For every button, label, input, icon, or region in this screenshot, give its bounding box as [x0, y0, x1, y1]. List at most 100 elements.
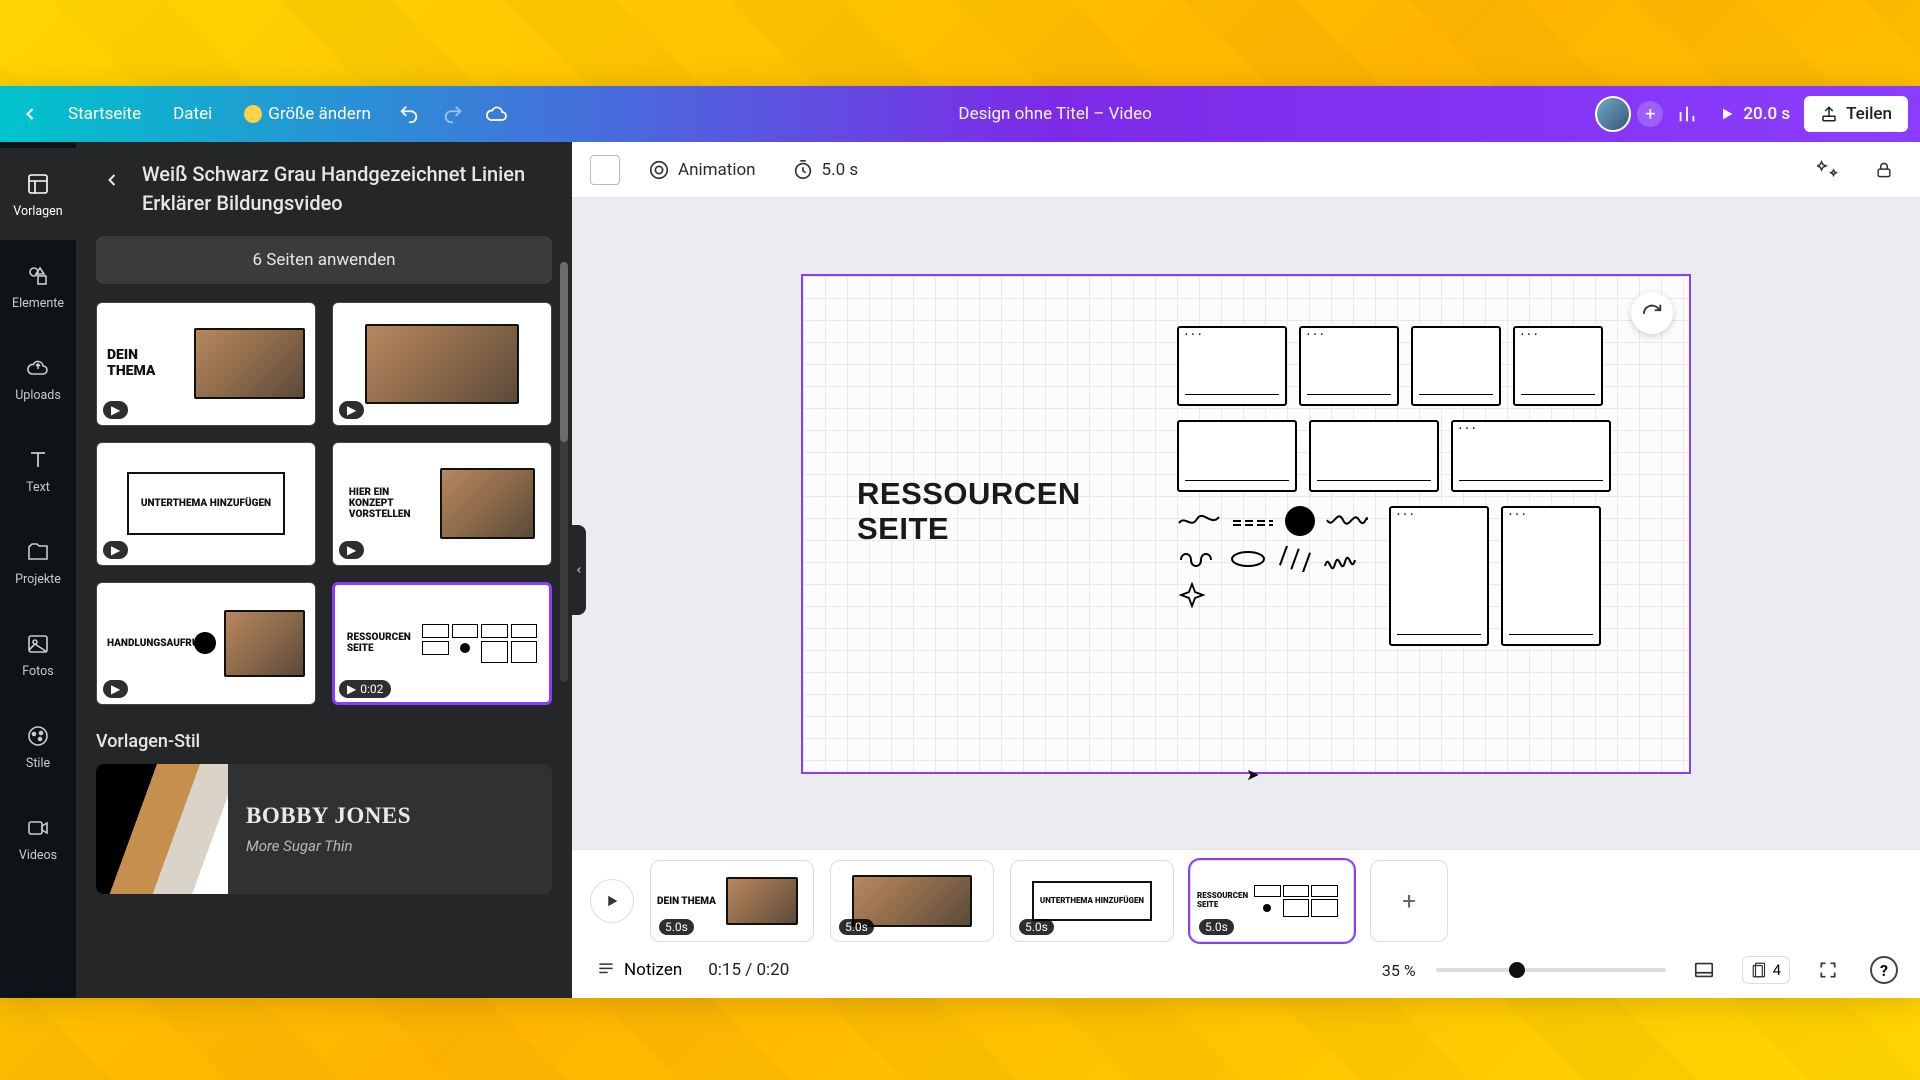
- panel-title: Weiß Schwarz Grau Handgezeichnet Linien …: [142, 160, 552, 218]
- add-member-button[interactable]: +: [1637, 101, 1663, 127]
- template-thumb-3[interactable]: UNTERTHEMA HINZUFÜGEN ▶: [96, 442, 316, 566]
- thumb-3-title: UNTERTHEMA HINZUFÜGEN: [141, 498, 271, 509]
- animation-button[interactable]: Animation: [640, 153, 764, 187]
- videos-icon: [24, 814, 52, 842]
- rail-videos[interactable]: Videos: [0, 792, 76, 884]
- rail-uploads[interactable]: Uploads: [0, 332, 76, 424]
- resize-button[interactable]: Größe ändern: [232, 96, 383, 132]
- rail-elements-label: Elemente: [12, 296, 64, 311]
- clip-1-label: DEIN THEMA: [657, 896, 720, 907]
- clip-4-label: RESSOURCEN SEITE: [1197, 892, 1248, 910]
- lock-icon[interactable]: [1866, 152, 1902, 188]
- grid-view-icon[interactable]: [1686, 952, 1722, 988]
- projects-icon: [24, 538, 52, 566]
- page-duration-button[interactable]: 5.0 s: [784, 153, 867, 187]
- cloud-sync-icon[interactable]: [479, 96, 515, 132]
- top-toolbar: Startseite Datei Größe ändern Design ohn…: [0, 86, 1920, 142]
- help-icon[interactable]: ?: [1866, 952, 1902, 988]
- play-badge-icon: ▶: [103, 401, 128, 419]
- rail-photos[interactable]: Fotos: [0, 608, 76, 700]
- resize-label: Größe ändern: [268, 104, 371, 124]
- rail-templates[interactable]: Vorlagen: [0, 148, 76, 240]
- document-title[interactable]: Design ohne Titel – Video: [523, 104, 1588, 124]
- page-frame[interactable]: RESSOURCEN SEITE: [801, 274, 1691, 774]
- uploads-icon: [24, 354, 52, 382]
- thumb-4-title: HIER EIN KONZEPT VORSTELLEN: [349, 487, 432, 520]
- add-page-button[interactable]: +: [1370, 860, 1448, 942]
- share-button[interactable]: Teilen: [1804, 96, 1908, 132]
- style-subtitle: More Sugar Thin: [246, 837, 411, 855]
- thumb-6-title: RESSOURCEN SEITE: [347, 632, 414, 654]
- file-label: Datei: [173, 104, 212, 124]
- templates-panel: Weiß Schwarz Grau Handgezeichnet Linien …: [76, 142, 572, 998]
- page-count-button[interactable]: 4: [1742, 956, 1790, 984]
- template-thumb-4[interactable]: HIER EIN KONZEPT VORSTELLEN ▶: [332, 442, 552, 566]
- tool-rail: Vorlagen Elemente Uploads Text Projekte …: [0, 142, 76, 998]
- timeline: DEIN THEMA 5.0s 5.0s UNTERTHEMA HINZUFÜG…: [572, 849, 1920, 998]
- apply-all-pages-button[interactable]: 6 Seiten anwenden: [96, 236, 552, 284]
- zoom-slider[interactable]: [1436, 968, 1666, 972]
- avatar[interactable]: [1595, 96, 1631, 132]
- template-thumb-2[interactable]: ▶: [332, 302, 552, 426]
- timeline-clip-4[interactable]: RESSOURCEN SEITE 5.0s: [1190, 860, 1354, 942]
- rail-projects-label: Projekte: [15, 572, 61, 587]
- style-swatch: [96, 764, 228, 894]
- redo-button[interactable]: [435, 96, 471, 132]
- rail-uploads-label: Uploads: [15, 388, 61, 403]
- regenerate-icon[interactable]: [1631, 292, 1673, 334]
- clip-2-duration: 5.0s: [839, 919, 874, 935]
- play-badge-icon: ▶: [339, 401, 364, 419]
- notes-button[interactable]: Notizen: [590, 956, 688, 984]
- panel-back-button[interactable]: [96, 164, 128, 196]
- panel-section-style-title: Vorlagen-Stil: [76, 705, 572, 764]
- rail-styles[interactable]: Stile: [0, 700, 76, 792]
- page-count-number: 4: [1773, 961, 1781, 979]
- undo-button[interactable]: [391, 96, 427, 132]
- rail-photos-label: Fotos: [22, 664, 53, 679]
- play-badge-icon: ▶: [339, 541, 364, 559]
- timeline-play-button[interactable]: [590, 879, 634, 923]
- back-icon[interactable]: [12, 96, 48, 132]
- preview-button[interactable]: 20.0 s: [1711, 104, 1798, 124]
- wireframe-elements-group[interactable]: [1177, 326, 1637, 660]
- template-thumb-1[interactable]: DEIN THEMA ▶: [96, 302, 316, 426]
- crown-icon: [244, 105, 262, 123]
- timeline-clip-2[interactable]: 5.0s: [830, 860, 994, 942]
- home-label: Startseite: [68, 104, 141, 124]
- timeline-clip-1[interactable]: DEIN THEMA 5.0s: [650, 860, 814, 942]
- rail-text[interactable]: Text: [0, 424, 76, 516]
- magic-icon[interactable]: [1810, 152, 1846, 188]
- styles-icon: [24, 722, 52, 750]
- rail-elements[interactable]: Elemente: [0, 240, 76, 332]
- templates-icon: [24, 170, 52, 198]
- insights-icon[interactable]: [1669, 96, 1705, 132]
- canvas-stage[interactable]: RESSOURCEN SEITE: [572, 198, 1920, 849]
- animation-label: Animation: [678, 160, 756, 180]
- thumb-6-duration: 0:02: [360, 682, 383, 696]
- template-style-card[interactable]: BOBBY JONES More Sugar Thin: [96, 764, 552, 894]
- thumb-1-title: DEIN THEMA: [107, 348, 186, 379]
- playhead-time: 0:15 / 0:20: [708, 960, 789, 980]
- play-badge-icon: ▶: [103, 680, 128, 698]
- file-menu[interactable]: Datei: [161, 96, 224, 132]
- style-name: BOBBY JONES: [246, 803, 411, 829]
- home-button[interactable]: Startseite: [56, 96, 153, 132]
- elements-icon: [24, 262, 52, 290]
- panel-scrollbar[interactable]: [560, 262, 568, 682]
- template-thumb-6[interactable]: RESSOURCEN SEITE ▶ 0:02: [332, 582, 552, 706]
- rail-templates-label: Vorlagen: [13, 204, 62, 219]
- rail-projects[interactable]: Projekte: [0, 516, 76, 608]
- doodle-shapes: [1177, 506, 1377, 608]
- background-color-chip[interactable]: [590, 155, 620, 185]
- template-thumb-5[interactable]: HANDLUNGSAUFRUF ▶: [96, 582, 316, 706]
- rail-styles-label: Stile: [26, 756, 50, 771]
- share-label: Teilen: [1846, 104, 1892, 124]
- timeline-clip-3[interactable]: UNTERTHEMA HINZUFÜGEN 5.0s: [1010, 860, 1174, 942]
- fullscreen-icon[interactable]: [1810, 952, 1846, 988]
- total-duration-label: 20.0 s: [1743, 104, 1790, 124]
- zoom-percent-label: 35 %: [1382, 961, 1416, 980]
- photos-icon: [24, 630, 52, 658]
- clip-1-duration: 5.0s: [659, 919, 694, 935]
- notes-label: Notizen: [624, 960, 682, 980]
- page-heading-text[interactable]: RESSOURCEN SEITE: [857, 476, 1081, 547]
